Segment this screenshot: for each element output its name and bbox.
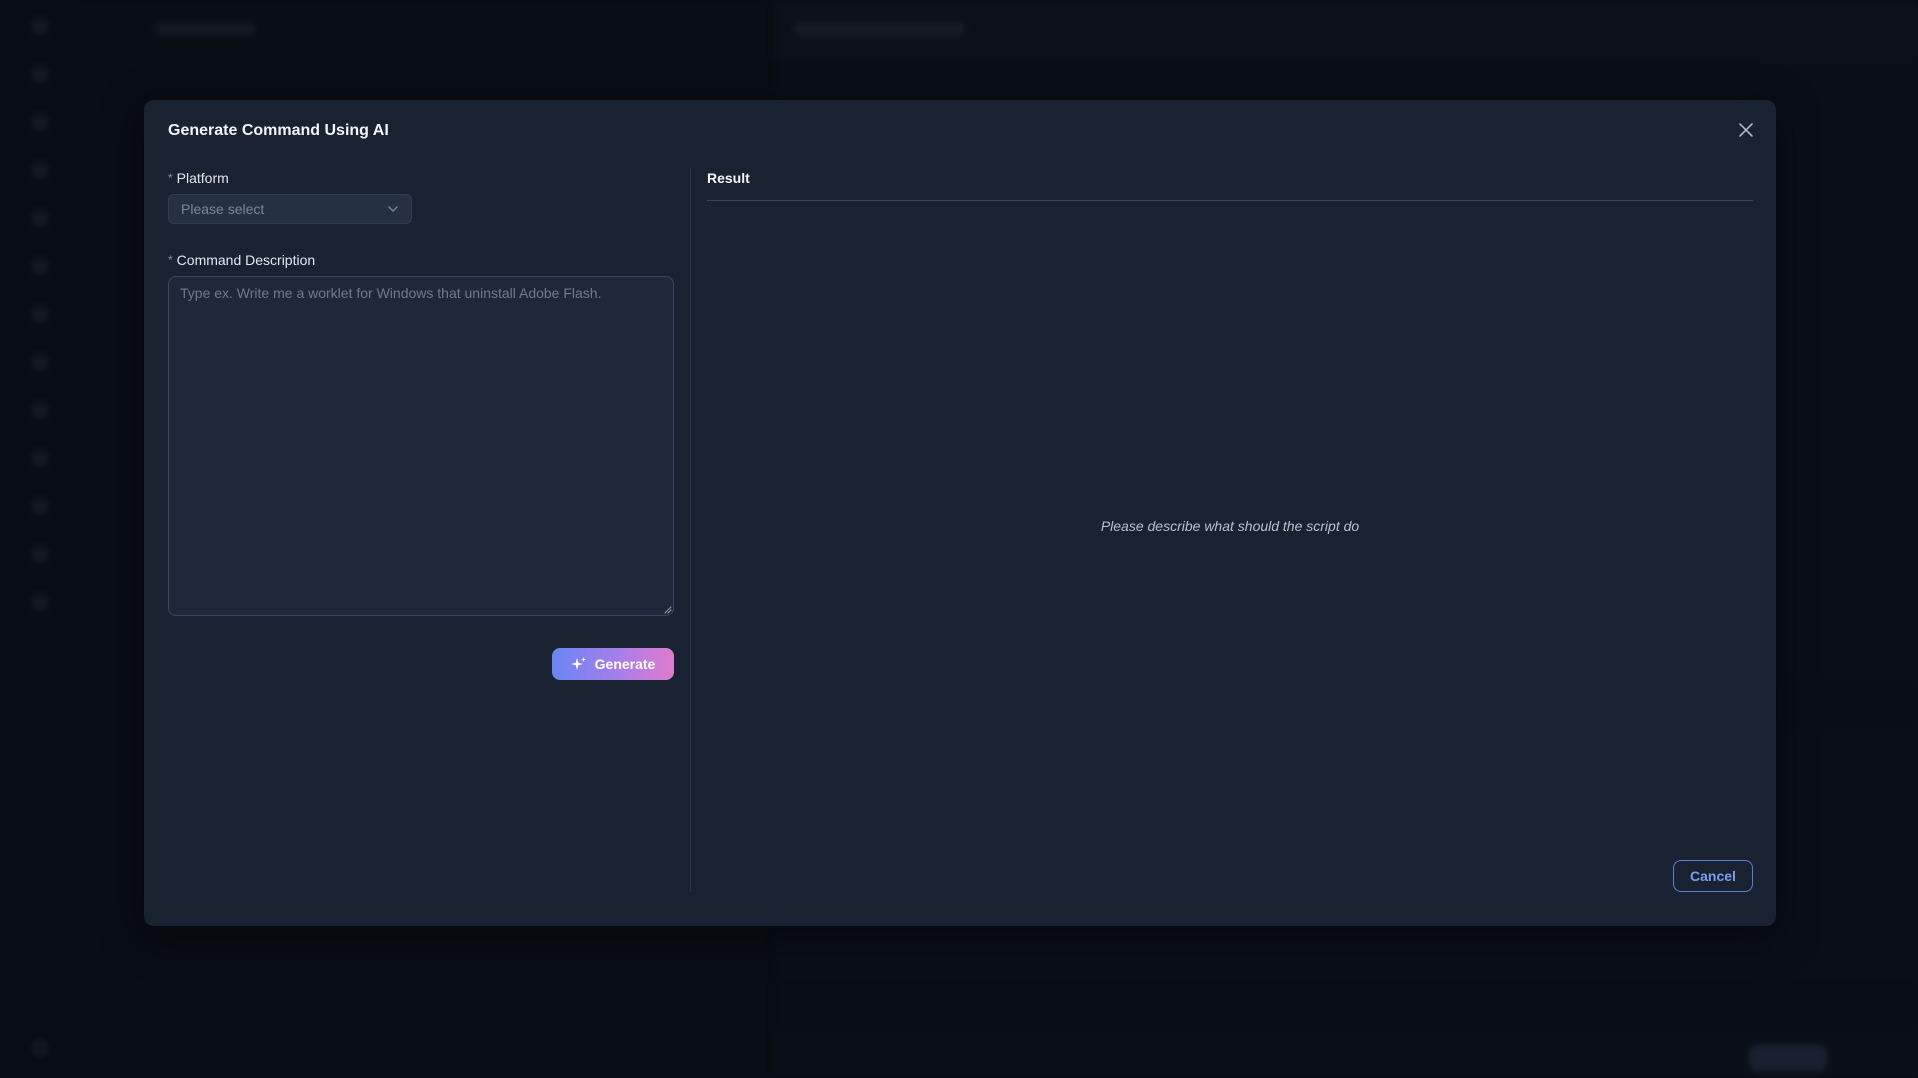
platform-label-text: Platform	[176, 170, 229, 186]
pane-divider	[690, 168, 691, 892]
resize-grip-icon[interactable]	[662, 604, 672, 614]
required-mark: *	[168, 171, 173, 185]
modal-title: Generate Command Using AI	[168, 122, 389, 139]
command-description-label-text: Command Description	[176, 252, 316, 268]
command-description-label: * Command Description	[168, 252, 315, 268]
platform-select[interactable]: Please select	[168, 194, 412, 224]
result-pane: Result Please describe what should the s…	[707, 166, 1753, 892]
required-mark: *	[168, 253, 173, 267]
result-empty-message: Please describe what should the script d…	[1100, 518, 1360, 534]
generate-button[interactable]: Generate	[552, 648, 674, 680]
generate-command-modal: Generate Command Using AI * Platform Ple…	[144, 100, 1776, 926]
chevron-down-icon	[388, 206, 398, 212]
command-description-input[interactable]	[168, 276, 674, 616]
close-button[interactable]	[1734, 118, 1758, 142]
generate-button-label: Generate	[594, 656, 656, 672]
input-pane: * Platform Please select * Command Descr…	[168, 166, 674, 892]
cancel-button[interactable]: Cancel	[1673, 860, 1753, 892]
platform-label: * Platform	[168, 170, 229, 186]
platform-select-placeholder: Please select	[181, 201, 265, 217]
sparkle-icon	[570, 657, 586, 670]
result-divider	[707, 200, 1753, 201]
result-label: Result	[707, 170, 750, 186]
close-icon	[1739, 123, 1753, 137]
